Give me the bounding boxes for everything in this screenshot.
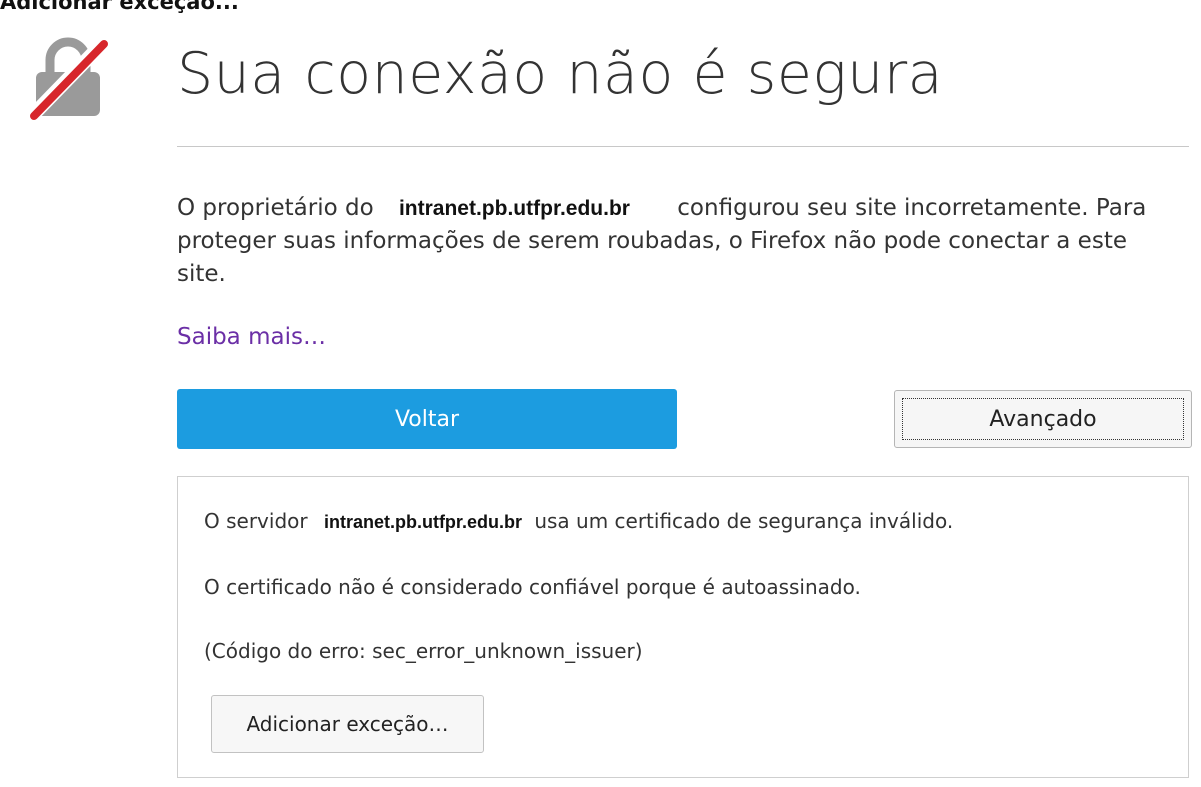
top-caption: Adicionar exceção... — [0, 0, 239, 14]
advanced-panel: O servidor intranet.pb.utfpr.edu.br usa … — [177, 476, 1189, 778]
advanced-button-label: Avançado — [902, 398, 1184, 440]
learn-more-link[interactable]: Saiba mais… — [177, 324, 326, 350]
intro-text: O proprietário do intranet.pb.utfpr.edu.… — [177, 192, 1177, 291]
back-button[interactable]: Voltar — [177, 389, 677, 449]
error-page: Adicionar exceção... Sua conexão não é s… — [0, 0, 1201, 787]
intro-host: intranet.pb.utfpr.edu.br — [380, 192, 670, 225]
advanced-button[interactable]: Avançado — [894, 390, 1192, 448]
error-code-text: (Código do erro: sec_error_unknown_issue… — [204, 639, 643, 663]
self-signed-text: O certificado não é considerado confiáve… — [204, 575, 861, 599]
intro-prefix: O proprietário do — [177, 195, 374, 221]
page-title: Sua conexão não é segura — [177, 41, 944, 107]
server-host: intranet.pb.utfpr.edu.br — [313, 512, 528, 533]
server-suffix: usa um certificado de segurança inválido… — [534, 509, 954, 533]
broken-lock-icon — [28, 37, 108, 120]
title-divider — [177, 146, 1189, 147]
server-prefix: O servidor — [204, 509, 308, 533]
add-exception-button[interactable]: Adicionar exceção… — [211, 695, 484, 753]
invalid-cert-text: O servidor intranet.pb.utfpr.edu.br usa … — [204, 509, 953, 533]
